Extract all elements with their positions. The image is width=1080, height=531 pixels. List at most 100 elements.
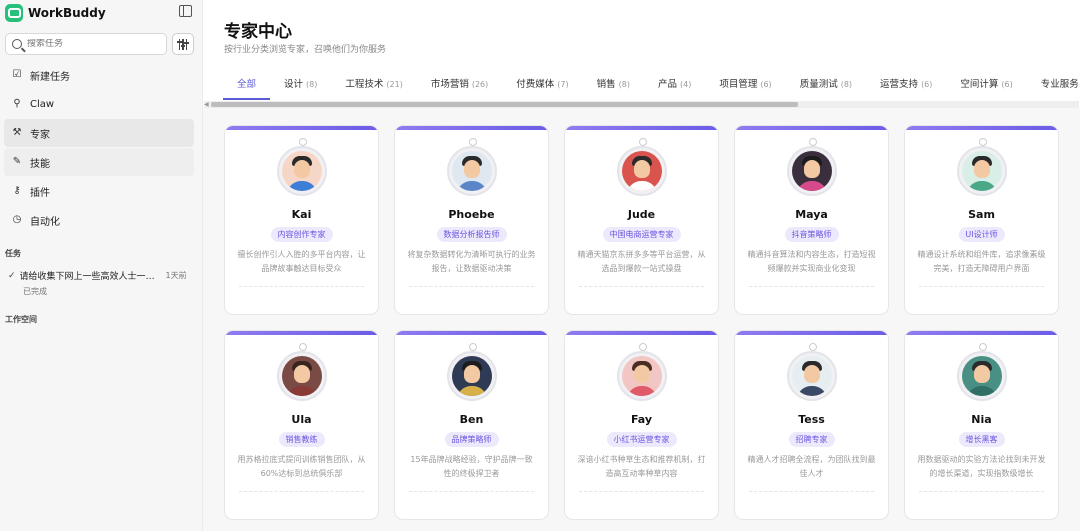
avatar — [281, 356, 322, 396]
clock-icon: ◷ — [12, 214, 22, 225]
nav-automation[interactable]: ◷ 自动化 — [4, 206, 194, 234]
avatar — [961, 356, 1002, 396]
task-search[interactable] — [5, 33, 167, 55]
avatar-badge — [786, 343, 837, 401]
expert-name: Maya — [795, 208, 828, 221]
nav-experts[interactable]: ⚒ 专家 — [4, 119, 194, 147]
edit-icon: ☑ — [12, 69, 22, 80]
expert-card[interactable]: Nia 增长黑客 用数据驱动的实验方法论找到未开发的增长渠道，实现指数级增长 — [904, 330, 1059, 520]
expert-role-tag: 销售教练 — [278, 432, 325, 447]
expert-grid: Kai 内容创作专家 擅长创作引人入胜的多平台内容，让品牌故事触达目标受众 Phoeb… — [203, 108, 1080, 531]
tabs-scrollbar[interactable]: ◀ — [204, 101, 1079, 108]
avatar — [621, 151, 662, 191]
expert-name: Ula — [291, 413, 312, 426]
tab-count: (8) — [306, 80, 318, 89]
card-divider — [579, 491, 704, 492]
nav-claw[interactable]: ⚲ Claw — [4, 90, 194, 118]
card-divider — [239, 286, 364, 287]
tab-count: (6) — [1001, 80, 1013, 89]
nav-label: 自动化 — [30, 216, 60, 228]
tab-label: 销售 — [596, 79, 616, 90]
card-divider — [239, 491, 364, 492]
filter-button[interactable] — [172, 33, 194, 55]
expert-description: 15年品牌战略经验，守护品牌一致性的终极捍卫者 — [410, 455, 533, 478]
tasks-section-label: 任务 — [5, 249, 21, 258]
tab-label: 项目管理 — [719, 79, 758, 90]
expert-card[interactable]: Jude 中国电商运营专家 精通天猫京东拼多多等平台运营，从选品到爆款一站式操盘 — [564, 125, 719, 315]
tab-6[interactable]: 产品 (4) — [644, 70, 705, 100]
expert-role-tag: 中国电商运营专家 — [602, 227, 681, 242]
tab-label: 空间计算 — [960, 79, 999, 90]
tab-0[interactable]: 全部 — [223, 70, 271, 100]
workbuddy-logo-icon — [5, 4, 23, 22]
avatar-badge — [616, 343, 667, 401]
search-input[interactable] — [27, 39, 157, 49]
scroll-left-icon[interactable]: ◀ — [204, 101, 209, 108]
tab-label: 付费媒体 — [516, 79, 555, 90]
expert-role-tag: 小红书运营专家 — [606, 432, 677, 447]
avatar-badge — [276, 138, 327, 196]
card-divider — [749, 491, 874, 492]
sidebar-toggle-icon[interactable] — [179, 5, 192, 17]
expert-description: 用苏格拉底式提问训练销售团队，从60%达标到总统俱乐部 — [237, 455, 366, 478]
task-status: 已完成 — [23, 287, 47, 296]
avatar — [621, 356, 662, 396]
category-tabs: 全部 设计 (8) 工程技术 (21) 市场营销 (26) 付费媒体 (7) 销售 (8) 产品 (4)… — [223, 70, 1080, 100]
scroll-thumb[interactable] — [211, 102, 798, 107]
tab-count: (26) — [471, 80, 489, 89]
expert-description: 深谙小红书种草生态和推荐机制，打造高互动率种草内容 — [577, 455, 706, 478]
task-item[interactable]: ✓ 请给收集下网上一些高效人士一天... 1天前 已完成 — [8, 269, 194, 297]
check-icon: ✓ — [8, 270, 16, 281]
expert-center: 专家中心 按行业分类浏览专家，召唤他们为你服务 全部 设计 (8) 工程技术 (21) 市… — [203, 0, 1080, 531]
expert-name: Sam — [968, 208, 995, 221]
avatar-badge — [446, 343, 497, 401]
expert-description: 精通天猫京东拼多多等平台运营，从选品到爆款一站式操盘 — [577, 250, 706, 273]
brand: WorkBuddy — [5, 3, 106, 23]
expert-card[interactable]: Phoebe 数据分析报告师 将复杂数据转化为清晰可执行的业务报告，让数据驱动决策 — [394, 125, 549, 315]
card-divider — [749, 286, 874, 287]
expert-card[interactable]: Ben 品牌策略师 15年品牌战略经验，守护品牌一致性的终极捍卫者 — [394, 330, 549, 520]
tab-11[interactable]: 专业服务(22) — [1027, 70, 1080, 100]
expert-description: 擅长创作引人入胜的多平台内容，让品牌故事触达目标受众 — [237, 250, 366, 273]
tab-label: 工程技术 — [345, 79, 384, 90]
expert-card[interactable]: Ula 销售教练用苏格拉底式提问训练销售团队，从60%达标到总统俱乐部 — [224, 330, 379, 520]
nav-plugins[interactable]: ⚷ 插件 — [4, 177, 194, 205]
expert-name: Phoebe — [448, 208, 495, 221]
avatar — [791, 151, 832, 191]
expert-icon: ⚒ — [12, 127, 22, 138]
avatar — [451, 356, 492, 396]
expert-description: 精通设计系统和组件库，追求像素级完美，打造无障碍用户界面 — [917, 250, 1046, 273]
expert-card[interactable]: Tess 招聘专家 精通人才招聘全流程，为团队找到最佳人才 — [734, 330, 889, 520]
card-divider — [579, 286, 704, 287]
expert-card[interactable]: Maya 抖音策略师 精通抖音算法和内容生态，打造短视频爆款并实现商业化变现 — [734, 125, 889, 315]
tab-4[interactable]: 付费媒体 (7) — [502, 70, 582, 100]
nav-label: Claw — [30, 98, 55, 110]
expert-role-tag: 数据分析报告师 — [436, 227, 507, 242]
expert-card[interactable]: Kai 内容创作专家 擅长创作引人入胜的多平台内容，让品牌故事触达目标受众 — [224, 125, 379, 315]
expert-role-tag: 招聘专家 — [788, 432, 835, 447]
expert-name: Tess — [798, 413, 825, 426]
tab-2[interactable]: 工程技术 (21) — [331, 70, 416, 100]
nav-label: 技能 — [30, 158, 50, 170]
tab-label: 运营支持 — [880, 79, 919, 90]
app-window: WorkBuddy ☑ 新建任务 ⚲ Claw ⚒ 专家 ✎ — [0, 0, 1080, 531]
nav-skills[interactable]: ✎ 技能 — [4, 148, 194, 176]
expert-name: Ben — [459, 413, 484, 426]
tab-9[interactable]: 运营支持 (6) — [866, 70, 946, 100]
tab-label: 市场营销 — [430, 79, 469, 90]
expert-card[interactable]: Sam UI设计师 精通设计系统和组件库，追求像素级完美，打造无障碍用户界面 — [904, 125, 1059, 315]
tab-5[interactable]: 销售 (8) — [583, 70, 644, 100]
expert-role-tag: 增长黑客 — [958, 432, 1005, 447]
expert-name: Nia — [971, 413, 992, 426]
tab-1[interactable]: 设计 (8) — [270, 70, 331, 100]
tab-10[interactable]: 空间计算 (6) — [946, 70, 1026, 100]
nav-new-task[interactable]: ☑ 新建任务 — [4, 61, 194, 89]
tab-3[interactable]: 市场营销 (26) — [417, 70, 502, 100]
workspace-section-label: 工作空间 — [5, 315, 37, 324]
tab-7[interactable]: 项目管理 (6) — [705, 70, 785, 100]
tab-8[interactable]: 质量测试 (8) — [786, 70, 866, 100]
expert-name: Fay — [630, 413, 653, 426]
expert-card[interactable]: Fay 小红书运营专家深谙小红书种草生态和推荐机制，打造高互动率种草内容 — [564, 330, 719, 520]
tab-count: (6) — [921, 80, 933, 89]
tab-count: (7) — [557, 80, 569, 89]
